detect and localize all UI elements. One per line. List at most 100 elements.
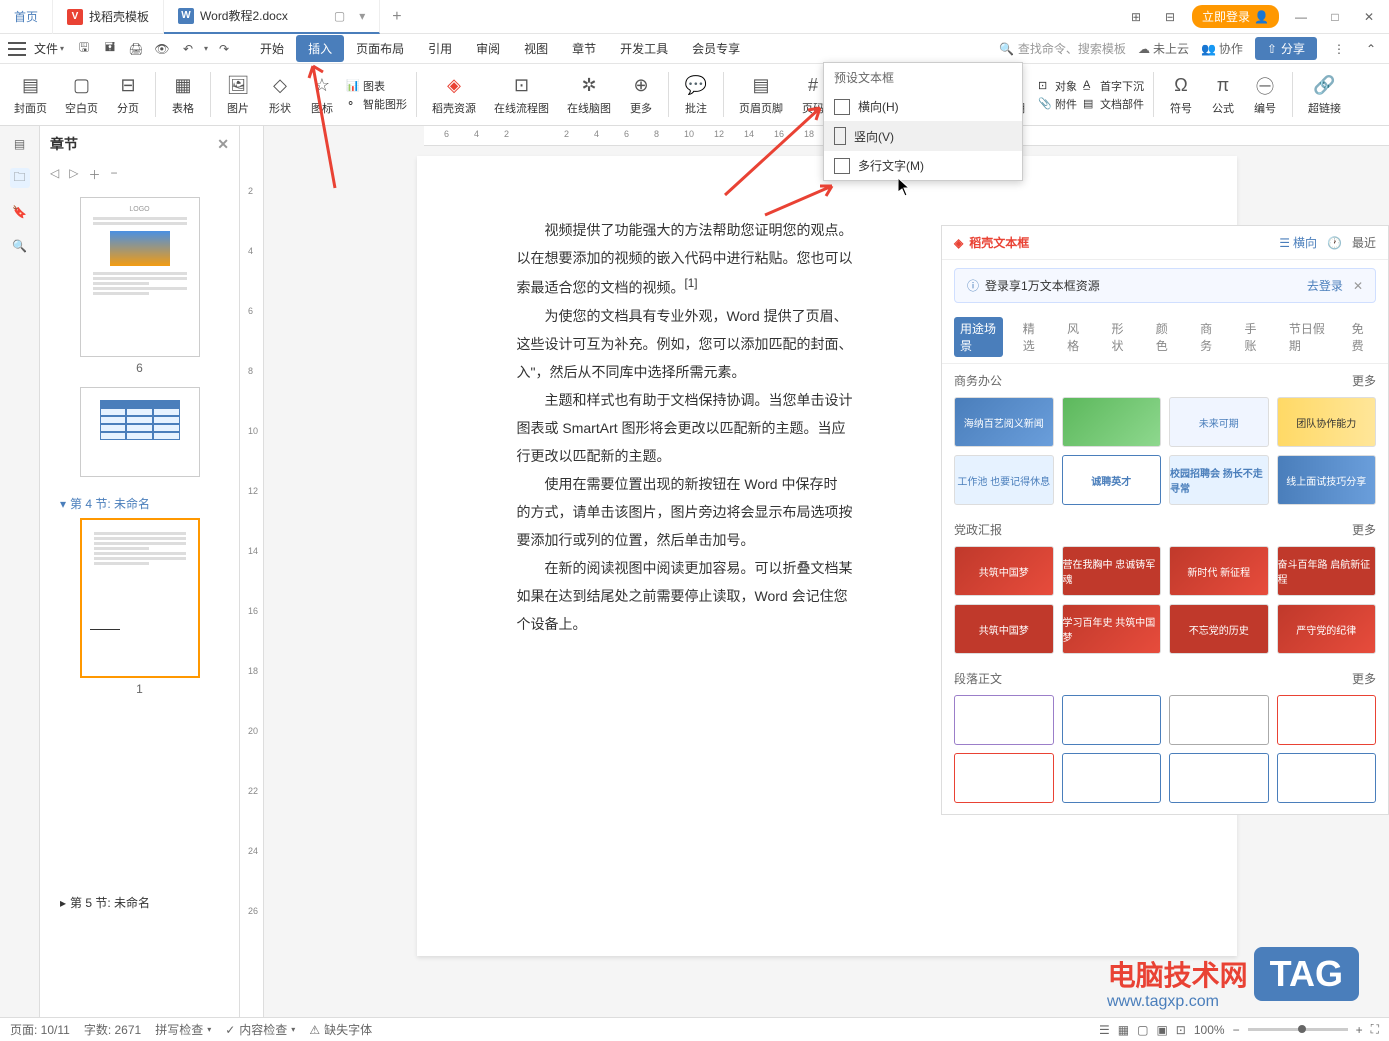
filter-color[interactable]: 颜色	[1150, 317, 1180, 357]
template-item[interactable]	[954, 753, 1054, 803]
zoom-in-icon[interactable]: +	[1356, 1023, 1363, 1037]
template-item[interactable]: 诚聘英才	[1062, 455, 1162, 505]
ribbon-blank-page[interactable]: ▢空白页	[59, 72, 104, 118]
template-item[interactable]	[1062, 397, 1162, 447]
print-preview-icon[interactable]: 👁	[152, 39, 172, 59]
template-item[interactable]: 共筑中国梦	[954, 604, 1054, 654]
template-item[interactable]: 新时代 新征程	[1169, 546, 1269, 596]
status-page[interactable]: 页面: 10/11	[10, 1021, 70, 1038]
menu-tab-view[interactable]: 视图	[512, 35, 560, 62]
template-item[interactable]: 团队协作能力	[1277, 397, 1377, 447]
ribbon-picture[interactable]: 🖼图片	[220, 72, 256, 118]
more-icon[interactable]: ⋮	[1329, 39, 1349, 59]
chapter-close-icon[interactable]: ✕	[217, 136, 229, 153]
ribbon-docparts[interactable]: ▤文档部件	[1083, 96, 1144, 112]
template-item[interactable]: 未来可期	[1169, 397, 1269, 447]
view-mode3-icon[interactable]: ▢	[1137, 1023, 1148, 1037]
thumb-table[interactable]	[50, 387, 229, 477]
template-item[interactable]: 共筑中国梦	[954, 546, 1054, 596]
panel-login-close-icon[interactable]: ✕	[1353, 279, 1363, 293]
template-item[interactable]	[1169, 695, 1269, 745]
status-words[interactable]: 字数: 2671	[84, 1021, 141, 1038]
page-thumb[interactable]	[80, 387, 200, 477]
ribbon-dropcap[interactable]: A̲首字下沉	[1083, 78, 1144, 94]
share-button[interactable]: ⇧ 分享	[1255, 37, 1317, 60]
panel-login-link[interactable]: 去登录	[1307, 277, 1343, 294]
hamburger-icon[interactable]	[8, 42, 26, 56]
history-icon[interactable]: 🕐	[1327, 236, 1342, 250]
section-party-more[interactable]: 更多	[1352, 521, 1376, 538]
filter-holiday[interactable]: 节日假期	[1283, 317, 1332, 357]
page-thumb[interactable]: LOGO	[80, 197, 200, 357]
file-menu[interactable]: 文件	[34, 40, 58, 57]
template-item[interactable]	[1169, 753, 1269, 803]
section-4-label[interactable]: ▾ 第 4 节: 未命名	[50, 489, 229, 518]
filter-usage[interactable]: 用途场景	[954, 317, 1003, 357]
zoom-out-icon[interactable]: −	[1233, 1023, 1240, 1037]
chapter-next-icon[interactable]: ▷	[69, 166, 78, 183]
status-content[interactable]: ✓内容检查 ▾	[225, 1021, 295, 1038]
ribbon-mindmap[interactable]: ✲在线脑图	[561, 72, 617, 118]
view-mode4-icon[interactable]: ▣	[1156, 1023, 1167, 1037]
template-item[interactable]	[1277, 695, 1377, 745]
grid2-icon[interactable]: ⊟	[1158, 5, 1182, 29]
maximize-button[interactable]: □	[1323, 5, 1347, 29]
chapter-delete-icon[interactable]: −	[110, 166, 117, 183]
menu-tab-layout[interactable]: 页面布局	[344, 35, 416, 62]
ribbon-more[interactable]: ⊕更多	[623, 72, 659, 118]
ribbon-symbol[interactable]: Ω符号	[1163, 72, 1199, 118]
tab-document[interactable]: W Word教程2.docx ▢ ▾	[164, 0, 380, 34]
menu-tab-review[interactable]: 审阅	[464, 35, 512, 62]
ribbon-object[interactable]: ⊡对象	[1038, 78, 1077, 94]
collab-button[interactable]: 👥 协作	[1201, 40, 1243, 57]
chapter-prev-icon[interactable]: ◁	[50, 166, 59, 183]
template-item[interactable]: 工作池 也要记得休息	[954, 455, 1054, 505]
menu-tab-insert[interactable]: 插入	[296, 35, 344, 62]
grid1-icon[interactable]: ⊞	[1124, 5, 1148, 29]
template-item[interactable]	[1062, 753, 1162, 803]
filter-featured[interactable]: 精选	[1017, 317, 1047, 357]
zoom-thumb[interactable]	[1298, 1025, 1306, 1033]
ribbon-comment[interactable]: 💬批注	[678, 72, 714, 118]
zoom-slider[interactable]	[1248, 1028, 1348, 1031]
filter-journal[interactable]: 手账	[1239, 317, 1269, 357]
ribbon-attachment[interactable]: 📎附件	[1038, 96, 1077, 112]
menu-tab-chapter[interactable]: 章节	[560, 35, 608, 62]
find-icon[interactable]: 🔍	[10, 236, 30, 256]
ribbon-page-break[interactable]: ⊟分页	[110, 72, 146, 118]
zoom-value[interactable]: 100%	[1194, 1023, 1225, 1037]
section-paragraph-more[interactable]: 更多	[1352, 670, 1376, 687]
thumb-6[interactable]: LOGO 6	[50, 197, 229, 375]
filter-shape[interactable]: 形状	[1105, 317, 1135, 357]
menu-tab-start[interactable]: 开始	[248, 35, 296, 62]
ribbon-hyperlink[interactable]: 🔗超链接	[1302, 72, 1347, 118]
ribbon-chart[interactable]: 📊图表	[346, 78, 407, 94]
menu-tab-reference[interactable]: 引用	[416, 35, 464, 62]
section-business-more[interactable]: 更多	[1352, 372, 1376, 389]
tab-close-icon[interactable]: ▾	[359, 9, 365, 23]
menu-tab-devtools[interactable]: 开发工具	[608, 35, 680, 62]
bookmark-icon[interactable]: 🔖	[10, 202, 30, 222]
close-button[interactable]: ✕	[1357, 5, 1381, 29]
tab-options-icon[interactable]: ▢	[334, 9, 345, 23]
template-item[interactable]: 线上面试技巧分享	[1277, 455, 1377, 505]
template-item[interactable]: 校园招聘会 扬长不走寻常	[1169, 455, 1269, 505]
undo-icon[interactable]: ↶	[178, 39, 198, 59]
filter-business[interactable]: 商务	[1194, 317, 1224, 357]
template-item[interactable]: 学习百年史 共筑中国梦	[1062, 604, 1162, 654]
page-thumb-selected[interactable]	[80, 518, 200, 678]
template-item[interactable]	[954, 695, 1054, 745]
cloud-status[interactable]: ☁ 未上云	[1138, 40, 1189, 57]
folder-icon[interactable]: 🗀	[10, 168, 30, 188]
undo-arrow-icon[interactable]: ▾	[204, 44, 208, 53]
template-item[interactable]: 奋斗百年路 启航新征程	[1277, 546, 1377, 596]
textbox-multiline[interactable]: 多行文字(M)	[824, 151, 1022, 180]
filter-style[interactable]: 风格	[1061, 317, 1091, 357]
ribbon-shapes[interactable]: ◇形状	[262, 72, 298, 118]
ribbon-number[interactable]: ㊀编号	[1247, 72, 1283, 118]
print-icon[interactable]: 🖨	[126, 39, 146, 59]
filter-free[interactable]: 免费	[1346, 317, 1376, 357]
ribbon-flowchart[interactable]: ⊡在线流程图	[488, 72, 555, 118]
section-5-label[interactable]: ▸ 第 5 节: 未命名	[50, 888, 229, 917]
menu-tab-member[interactable]: 会员专享	[680, 35, 752, 62]
